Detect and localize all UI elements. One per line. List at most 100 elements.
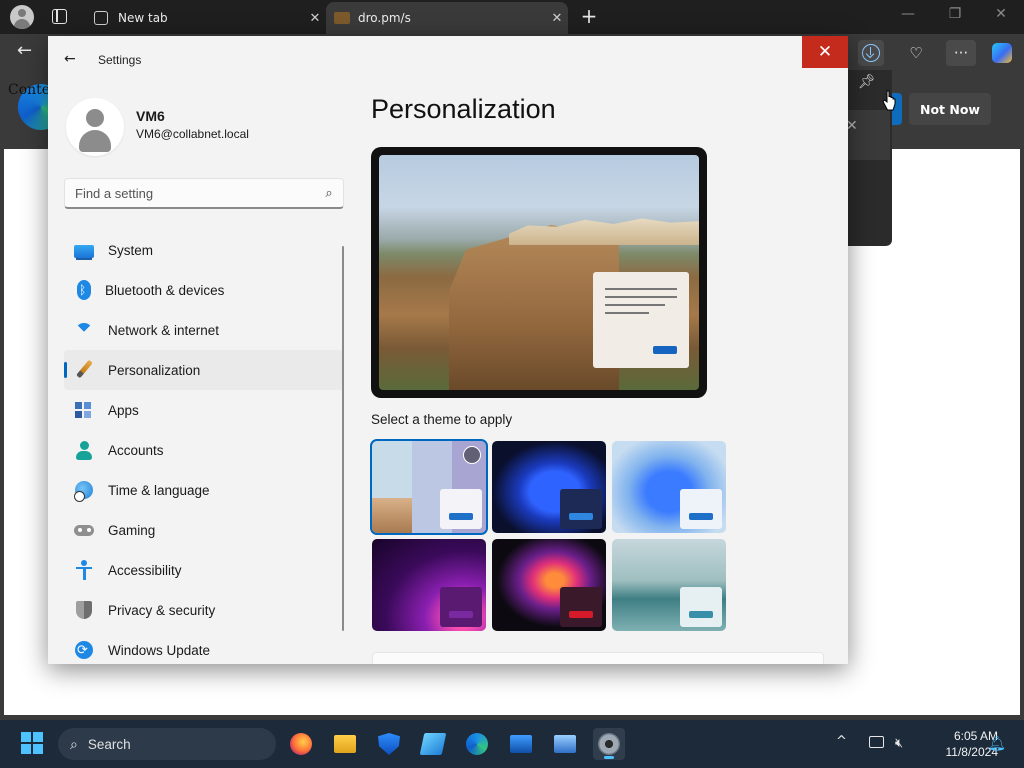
- close-tab-icon[interactable]: ✕: [304, 11, 326, 26]
- sidebar-item-system[interactable]: System: [64, 230, 344, 270]
- preview-accent-button: [653, 346, 677, 354]
- sidebar-item-label: Privacy & security: [108, 602, 216, 618]
- gaming-icon: [74, 520, 94, 540]
- browser-tab-new-tab[interactable]: New tab ✕: [84, 2, 326, 34]
- theme-window-mock: [440, 587, 482, 627]
- system-icon: [74, 245, 94, 258]
- settings-title: Settings: [98, 53, 142, 67]
- sidebar-item-apps[interactable]: Apps: [64, 390, 344, 430]
- sidebar-item-accounts[interactable]: Accounts: [64, 430, 344, 470]
- apps-icon: [74, 400, 94, 420]
- bluetooth-icon: [77, 280, 91, 300]
- window-close-button[interactable]: ✕: [986, 6, 1016, 22]
- wallpaper-town: [509, 218, 699, 245]
- sidebar-item-time-language[interactable]: Time & language: [64, 470, 344, 510]
- volume-muted-icon[interactable]: 🔇︎: [895, 736, 903, 751]
- theme-window-mock: [440, 489, 482, 529]
- theme-tile-4[interactable]: [372, 539, 486, 631]
- find-setting-box: ⌕: [64, 178, 344, 209]
- settings-app-icon[interactable]: [593, 728, 625, 760]
- sidebar-item-privacy[interactable]: Privacy & security: [64, 590, 344, 630]
- close-tab-icon[interactable]: ✕: [546, 11, 568, 26]
- edge-icon[interactable]: [461, 728, 493, 760]
- page-title: Personalization: [371, 94, 556, 124]
- download-icon[interactable]: [858, 40, 884, 66]
- sidebar-item-accessibility[interactable]: Accessibility: [64, 550, 344, 590]
- mouse-cursor-icon: [882, 90, 896, 111]
- clock-time: 6:05 AM: [953, 729, 998, 743]
- site-favicon-icon: [334, 12, 350, 24]
- theme-tile-5[interactable]: [492, 539, 606, 631]
- search-icon[interactable]: ⌕: [315, 186, 343, 201]
- theme-window-mock: [560, 587, 602, 627]
- theme-tile-1[interactable]: [370, 439, 488, 535]
- search-input[interactable]: [65, 185, 315, 201]
- sidebar-item-gaming[interactable]: Gaming: [64, 510, 344, 550]
- back-arrow-icon[interactable]: ←: [17, 40, 32, 61]
- network-tray-icon[interactable]: [869, 736, 884, 748]
- wallpaper-preview-image: [379, 155, 699, 390]
- avatar[interactable]: [66, 98, 124, 156]
- theme-tile-2[interactable]: [492, 441, 606, 533]
- taskbar-search[interactable]: ⌕ Search: [58, 728, 276, 760]
- maximize-button[interactable]: ❐: [940, 6, 970, 22]
- user-name: VM6: [136, 108, 165, 124]
- sidebar-item-label: Gaming: [108, 522, 156, 538]
- theme-window-mock: [680, 489, 722, 529]
- sidebar-item-label: System: [108, 242, 154, 258]
- heart-pulse-icon[interactable]: ♡: [903, 40, 929, 66]
- firefox-icon[interactable]: [285, 728, 317, 760]
- sidebar-item-label: Accessibility: [108, 562, 182, 578]
- not-now-button[interactable]: Not Now: [909, 93, 991, 125]
- sidebar-item-label: Bluetooth & devices: [105, 282, 225, 298]
- settings-window: ✕ ← Settings VM6 VM6@collabnet.local ⌕ S…: [48, 36, 848, 664]
- new-tab-button[interactable]: +: [578, 4, 600, 28]
- sidebar-item-label: Windows Update: [108, 642, 211, 658]
- sidebar-item-bluetooth[interactable]: Bluetooth & devices: [64, 270, 344, 310]
- tab-actions-icon[interactable]: [52, 9, 67, 24]
- user-email: VM6@collabnet.local: [136, 127, 249, 141]
- page-text: Conte: [8, 82, 51, 98]
- sidebar-item-personalization[interactable]: Personalization: [64, 350, 344, 390]
- monitor-icon[interactable]: [505, 728, 537, 760]
- browser-tab-bar: New tab ✕ dro.pm/s ✕ + — ❐ ✕: [0, 0, 1024, 34]
- search-icon: ⌕: [70, 735, 78, 752]
- sidebar-item-windows-update[interactable]: Windows Update: [64, 630, 344, 664]
- pin-icon[interactable]: 📌︎: [858, 74, 876, 90]
- tab-title: New tab: [118, 11, 168, 25]
- notification-bell-icon[interactable]: 🔔︎: [988, 736, 1006, 752]
- tray-chevron-icon[interactable]: ^: [836, 734, 847, 749]
- tab-title: dro.pm/s: [358, 11, 411, 25]
- theme-window-mock: [560, 489, 602, 529]
- settings-card[interactable]: [372, 652, 824, 664]
- selected-theme-icon: [463, 446, 481, 464]
- more-icon[interactable]: ···: [946, 40, 976, 66]
- file-explorer-icon[interactable]: [329, 728, 361, 760]
- defender-icon[interactable]: [373, 728, 405, 760]
- settings-nav: System Bluetooth & devices Network & int…: [64, 230, 344, 664]
- taskbar-search-label: Search: [87, 736, 131, 752]
- sidebar-item-label: Network & internet: [108, 322, 220, 338]
- time-language-icon: [74, 480, 94, 502]
- nav-scrollbar[interactable]: [342, 246, 344, 631]
- sidebar-item-label: Time & language: [108, 482, 210, 498]
- browser-tab-dro[interactable]: dro.pm/s ✕: [326, 2, 568, 34]
- theme-tile-6[interactable]: [612, 539, 726, 631]
- sidebar-item-label: Personalization: [108, 362, 201, 378]
- copilot-icon[interactable]: [989, 40, 1015, 66]
- settings-back-button[interactable]: ←: [64, 51, 76, 67]
- clock-date: 11/8/2024: [945, 745, 999, 759]
- theme-section-label: Select a theme to apply: [371, 412, 513, 427]
- start-button[interactable]: [21, 732, 43, 754]
- profile-icon[interactable]: [10, 5, 34, 29]
- sidebar-item-network[interactable]: Network & internet: [64, 310, 344, 350]
- notepad-icon[interactable]: [417, 728, 449, 760]
- taskbar-clock[interactable]: 6:05 AM 11/8/2024: [918, 728, 999, 760]
- settings-close-button[interactable]: ✕: [802, 36, 848, 68]
- remote-desktop-icon[interactable]: [549, 728, 581, 760]
- minimize-button[interactable]: —: [893, 6, 923, 22]
- sidebar-item-label: Apps: [108, 402, 139, 418]
- theme-tile-3[interactable]: [612, 441, 726, 533]
- brush-icon: [74, 360, 94, 380]
- sidebar-item-label: Accounts: [108, 442, 164, 458]
